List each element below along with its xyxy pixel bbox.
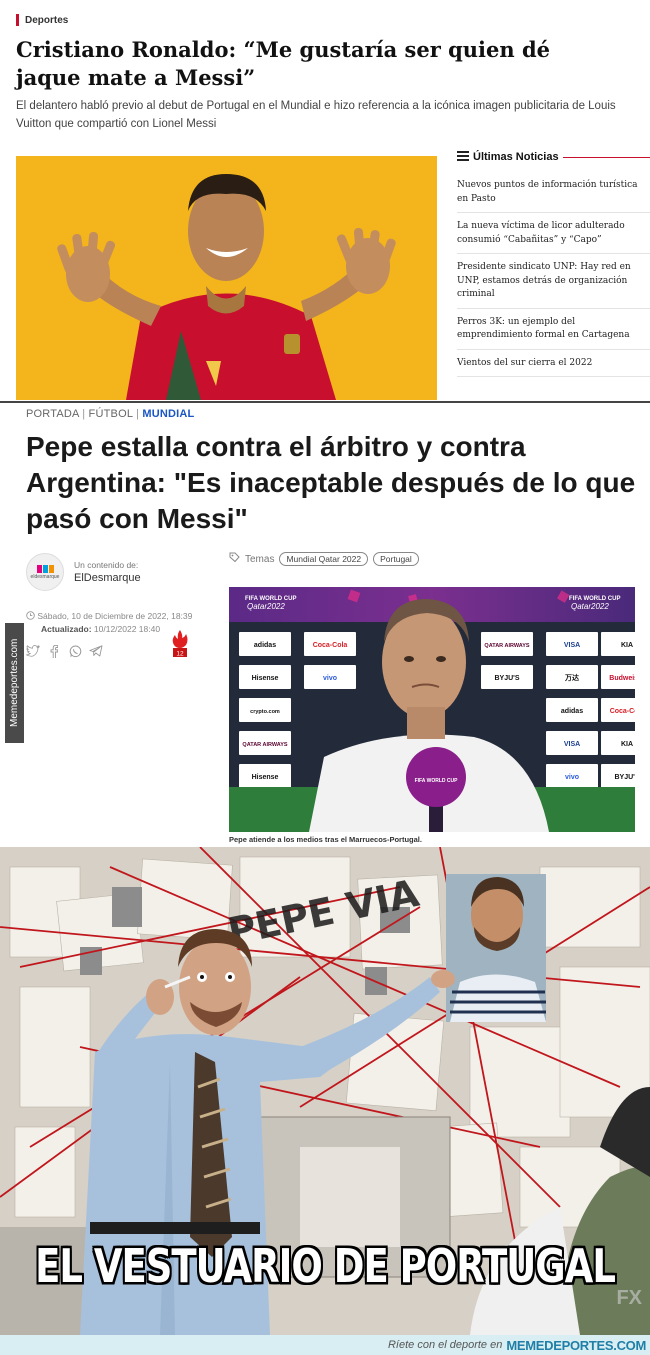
sponsor-label: crypto.com — [250, 709, 280, 715]
messi-photo — [446, 874, 546, 1022]
sponsor-label: QATAR AIRWAYS — [242, 742, 287, 748]
updated-date: 10/12/2022 18:40 — [93, 624, 161, 634]
sponsor-label: vivo — [323, 675, 337, 682]
telegram-icon[interactable] — [89, 644, 103, 658]
sponsor-label: KIA — [621, 741, 633, 748]
content-label: Un contenido de: — [74, 560, 139, 570]
news-item[interactable]: Nuevos puntos de información turística e… — [457, 172, 650, 213]
sponsor-label: Hisense — [252, 774, 279, 781]
clock-icon — [26, 611, 37, 621]
section-marker — [16, 14, 19, 26]
published-date: Sábado, 10 de Diciembre de 2022, 18:39 — [37, 611, 193, 621]
article-cristiano: Deportes Cristiano Ronaldo: “Me gustaría… — [0, 0, 650, 400]
breadcrumb-separator: | — [82, 408, 86, 420]
breadcrumb-separator: | — [136, 408, 140, 420]
logo-text: eldesmarque — [30, 573, 60, 580]
photo-caption: Pepe atiende a los medios tras el Marrue… — [229, 835, 422, 844]
sponsor-label: vivo — [565, 774, 579, 781]
hot-counter[interactable]: 12 — [171, 629, 189, 659]
wc-sub: Qatar2022 — [571, 602, 609, 611]
sponsor-label: KIA — [621, 642, 633, 649]
author-name[interactable]: ElDesmarque — [74, 572, 141, 584]
breadcrumb-portada[interactable]: PORTADA — [26, 408, 79, 420]
article-dates: Sábado, 10 de Diciembre de 2022, 18:39 A… — [26, 610, 192, 636]
meme-caption: EL VESTUARIO DE PORTUGAL — [35, 1239, 616, 1294]
conspiracy-meme: PEPE VIA EL VESTUARIO DE PORTUGAL FX — [0, 847, 650, 1335]
memedeportes-footer: Ríete con el deporte en MEMEDEPORTES.COM — [0, 1335, 650, 1355]
article-headline: Pepe estalla contra el árbitro y contra … — [26, 431, 636, 534]
news-item[interactable]: Perros 3K: un ejemplo del emprendimiento… — [457, 309, 650, 350]
article-summary: El delantero habló previo al debut de Po… — [16, 100, 616, 130]
eldesmarque-logo[interactable]: eldesmarque — [26, 553, 64, 591]
sponsor-label: Coca-Cola — [313, 642, 348, 649]
breadcrumb-futbol[interactable]: FÚTBOL — [89, 408, 133, 420]
pepe-photo: FIFA WORLD CUP Qatar2022 FIFA WORLD CUP … — [229, 587, 635, 832]
list-icon — [457, 148, 469, 166]
topics-label: Temas — [245, 553, 275, 565]
breadcrumb-mundial[interactable]: MUNDIAL — [142, 408, 194, 420]
sponsor-label: 万达 — [564, 673, 579, 682]
hot-count: 12 — [176, 651, 184, 658]
footer-text: Ríete con el deporte en — [387, 1339, 503, 1351]
news-list: Nuevos puntos de información turística e… — [457, 172, 650, 377]
footer-site-link[interactable]: MEMEDEPORTES.COM — [506, 1338, 646, 1353]
breadcrumb: PORTADA | FÚTBOL | MUNDIAL — [26, 408, 194, 420]
topic-pill[interactable]: Portugal — [373, 552, 419, 566]
topic-pill[interactable]: Mundial Qatar 2022 — [279, 552, 369, 566]
twitter-icon[interactable] — [26, 644, 40, 658]
sponsor-label: Coca-Cola — [610, 708, 635, 715]
article-pepe: PORTADA | FÚTBOL | MUNDIAL Pepe estalla … — [0, 401, 650, 847]
tag-icon — [229, 552, 240, 566]
article-headline[interactable]: Cristiano Ronaldo: “Me gustaría ser quie… — [16, 36, 616, 92]
latest-news-title: Últimas Noticias — [473, 151, 559, 163]
latest-news-header: Últimas Noticias — [457, 148, 650, 166]
facebook-icon[interactable] — [47, 644, 61, 658]
header-rule — [562, 156, 650, 158]
section-text: Deportes — [25, 14, 69, 26]
topics: Temas Mundial Qatar 2022 Portugal — [229, 552, 419, 566]
sponsor-label: Budweiser — [609, 675, 635, 682]
section-label[interactable]: Deportes — [16, 14, 68, 26]
sponsor-label: VISA — [564, 741, 580, 748]
news-item[interactable]: Presidente sindicato UNP: Hay red en UNP… — [457, 254, 650, 309]
updated-label: Actualizado: — [41, 624, 92, 634]
whatsapp-icon[interactable] — [68, 644, 82, 658]
ronaldo-photo — [16, 156, 437, 400]
sponsor-label: Hisense — [252, 675, 279, 682]
latest-news-sidebar: Últimas Noticias Nuevos puntos de inform… — [457, 148, 650, 377]
news-item[interactable]: La nueva víctima de licor adulterado con… — [457, 213, 650, 254]
news-item[interactable]: Vientos del sur cierra el 2022 — [457, 350, 650, 377]
author-block: eldesmarque Un contenido de: ElDesmarque — [26, 553, 141, 591]
wc-sub: Qatar2022 — [247, 602, 285, 611]
sponsor-label: adidas — [254, 642, 276, 649]
sponsor-label: adidas — [561, 708, 583, 715]
sponsor-label: QATAR AIRWAYS — [484, 643, 529, 649]
sponsor-label: BYJU'S — [614, 774, 635, 781]
share-bar — [26, 644, 103, 658]
sponsor-label: VISA — [564, 642, 580, 649]
memedeportes-watermark: Memedeportes.com — [5, 623, 24, 743]
mic-label: FIFA WORLD CUP — [415, 778, 459, 784]
sponsor-label: BYJU'S — [494, 675, 519, 682]
fx-channel-mark: FX — [616, 1287, 642, 1309]
flame-icon — [172, 630, 188, 648]
